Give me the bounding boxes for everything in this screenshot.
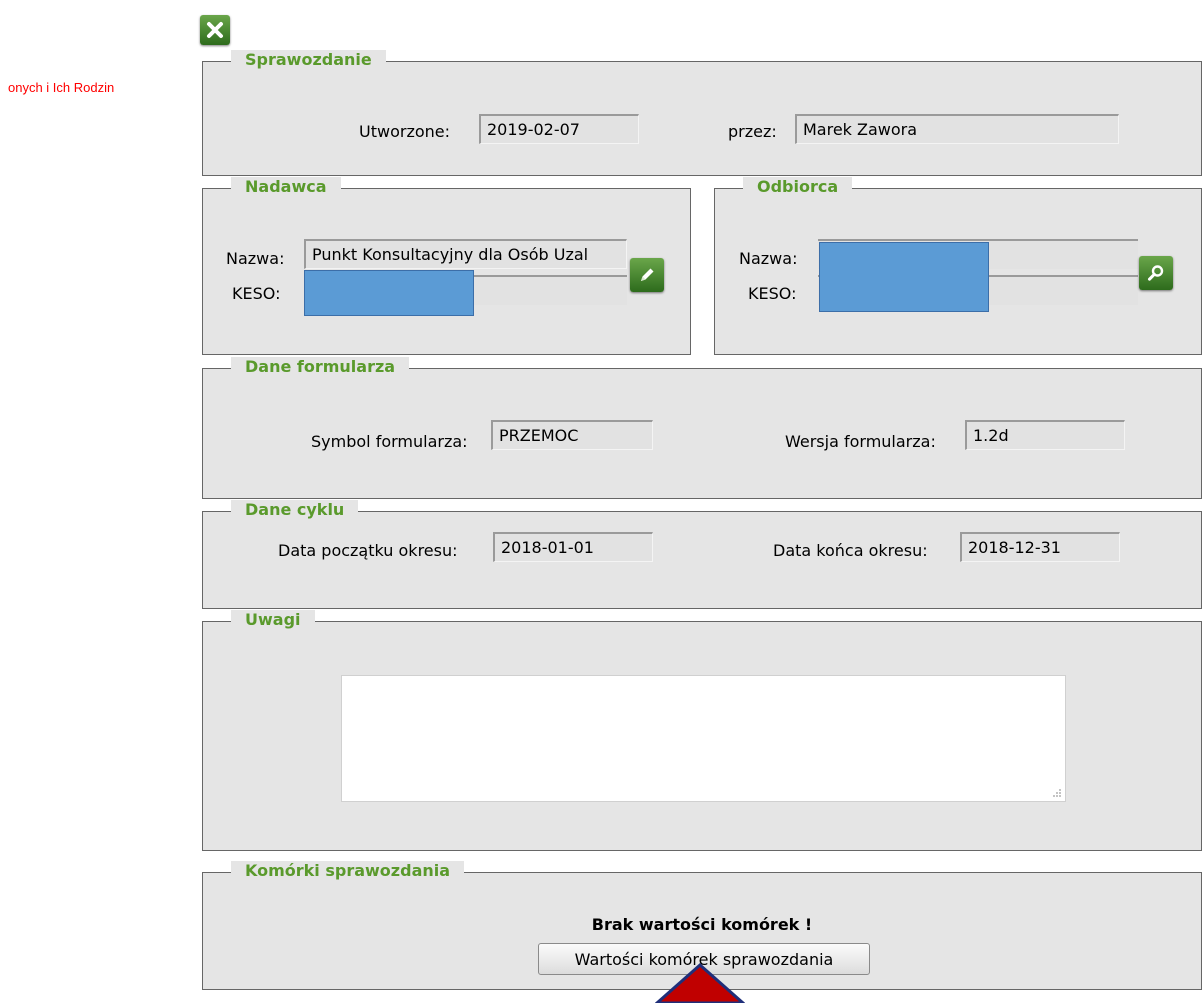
resize-grip-icon[interactable] — [1052, 788, 1062, 798]
odbiorca-name-label: Nazwa: — [739, 249, 798, 268]
sprawozdanie-legend: Sprawozdanie — [231, 50, 386, 72]
no-values-message: Brak wartości komórek ! — [591, 915, 813, 934]
nadawca-section: Nadawca Nazwa: Punkt Konsultacyjny dla O… — [202, 177, 691, 355]
redacted-block — [819, 242, 989, 312]
dane-cyklu-section: Dane cyklu Data początku okresu: 2018-01… — [202, 500, 1202, 609]
dane-cyklu-legend: Dane cyklu — [231, 500, 359, 522]
redacted-block — [304, 270, 474, 316]
end-date-field[interactable]: 2018-12-31 — [960, 532, 1120, 562]
by-field[interactable]: Marek Zawora — [795, 114, 1119, 144]
sprawozdanie-section: Sprawozdanie Utworzone: 2019-02-07 przez… — [202, 50, 1202, 176]
start-date-label: Data początku okresu: — [278, 541, 458, 560]
by-label: przez: — [728, 122, 777, 141]
search-button[interactable] — [1139, 256, 1173, 290]
nadawca-keso-label: KESO: — [232, 284, 281, 303]
dane-formularza-legend: Dane formularza — [231, 357, 410, 379]
magnifier-icon — [1148, 265, 1164, 281]
nadawca-legend: Nadawca — [231, 177, 341, 199]
nadawca-name-field[interactable]: Punkt Konsultacyjny dla Osób Uzal — [304, 239, 627, 269]
uwagi-textarea[interactable] — [341, 675, 1066, 802]
version-field[interactable]: 1.2d — [965, 420, 1125, 450]
close-x-icon — [207, 22, 223, 38]
end-date-label: Data końca okresu: — [773, 541, 928, 560]
version-label: Wersja formularza: — [785, 432, 936, 451]
start-date-field[interactable]: 2018-01-01 — [493, 532, 653, 562]
edit-button[interactable] — [630, 258, 664, 292]
odbiorca-section: Odbiorca Nazwa: KESO: — [714, 177, 1202, 355]
close-button[interactable] — [200, 15, 230, 45]
uwagi-legend: Uwagi — [231, 610, 315, 632]
pointer-arrow-icon — [655, 963, 745, 1003]
odbiorca-legend: Odbiorca — [743, 177, 853, 199]
pencil-icon — [641, 268, 654, 281]
komorki-legend: Komórki sprawozdania — [231, 861, 465, 883]
created-label: Utworzone: — [359, 122, 450, 141]
created-field[interactable]: 2019-02-07 — [479, 114, 639, 144]
dane-formularza-section: Dane formularza Symbol formularza: PRZEM… — [202, 357, 1202, 499]
uwagi-section: Uwagi — [202, 610, 1202, 851]
side-text: onych i Ich Rodzin — [8, 80, 115, 95]
symbol-field[interactable]: PRZEMOC — [491, 420, 653, 450]
nadawca-name-label: Nazwa: — [226, 249, 285, 268]
symbol-label: Symbol formularza: — [311, 432, 468, 451]
odbiorca-keso-label: KESO: — [748, 284, 797, 303]
